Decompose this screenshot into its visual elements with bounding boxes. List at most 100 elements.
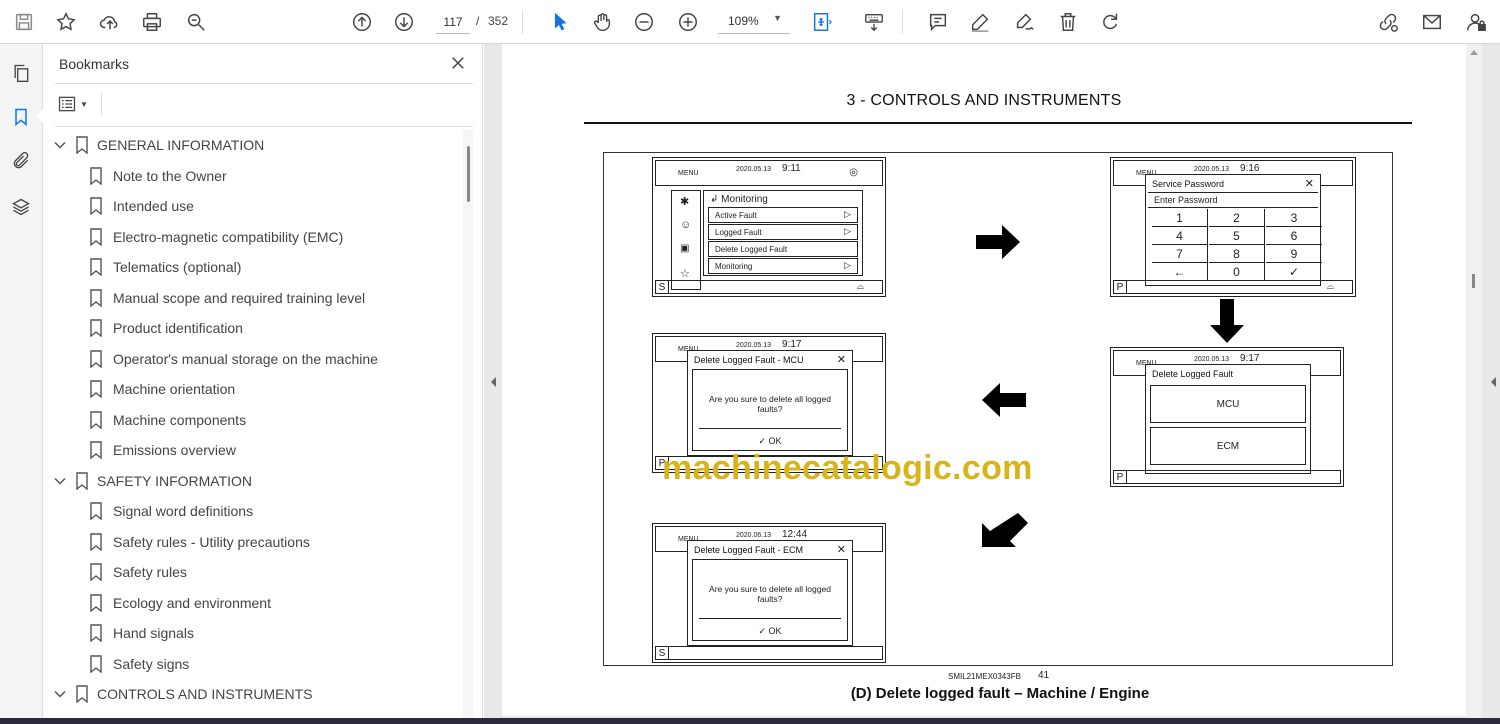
previous-page-icon[interactable] [348, 8, 376, 36]
keypad-key[interactable]: ✓ [1266, 263, 1322, 281]
bookmark-item[interactable]: Electro-magnetic compatibility (EMC) [43, 222, 463, 253]
bookmark-item[interactable]: Machine components [43, 405, 463, 436]
bookmark-item[interactable]: Signal word definitions [43, 496, 463, 527]
delete-trash-icon[interactable] [1054, 8, 1082, 36]
bookmark-section[interactable]: GENERAL INFORMATION [43, 130, 463, 161]
keyboard-scroll-icon[interactable] [860, 8, 888, 36]
bookmark-item[interactable]: Safety rules [43, 557, 463, 588]
bookmark-item[interactable]: Product identification [43, 313, 463, 344]
keypad-key[interactable]: 6 [1266, 227, 1322, 245]
zoom-out-icon[interactable] [630, 8, 658, 36]
bookmark-section[interactable]: CONTROLS AND INSTRUMENTS [43, 679, 463, 710]
page-header: 3 - CONTROLS AND INSTRUMENTS [846, 92, 1122, 109]
menu-row-logged-fault[interactable]: Logged Fault ▷ [708, 224, 858, 240]
ecm-option-button[interactable]: ECM [1150, 427, 1306, 465]
keypad-key[interactable]: 7 [1152, 245, 1208, 263]
bookmark-item[interactable]: Safety signs [43, 649, 463, 680]
keypad-key[interactable]: 9 [1266, 245, 1322, 263]
dialog-body: Are you sure to delete all logged faults?… [692, 369, 848, 451]
menu-row-active-fault[interactable]: Active Fault ▷ [708, 207, 858, 223]
bookmark-label: SAFETY INFORMATION [97, 472, 253, 489]
keypad-key[interactable]: 1 [1152, 209, 1208, 227]
comment-icon[interactable] [924, 8, 952, 36]
keypad-key[interactable]: 8 [1209, 245, 1265, 263]
bookmark-section[interactable]: SAFETY INFORMATION [43, 466, 463, 497]
header-rule [584, 122, 1412, 124]
bookmark-item[interactable]: Manual scope and required training level [43, 283, 463, 314]
bookmark-options-button[interactable]: ▼ [57, 92, 93, 116]
bookmark-item[interactable]: Hand signals [43, 618, 463, 649]
ok-button[interactable]: ✓ OK [693, 436, 847, 447]
cloud-upload-icon[interactable] [96, 8, 124, 36]
screen-date: 2020.05.13 [736, 166, 772, 173]
bookmark-item[interactable]: Telematics (optional) [43, 252, 463, 283]
document-scrollbar[interactable] [1466, 44, 1482, 724]
bookmark-item[interactable]: Emissions overview [43, 435, 463, 466]
mcu-option-button[interactable]: MCU [1150, 385, 1306, 423]
mail-icon[interactable] [1418, 8, 1446, 36]
scroll-up-icon[interactable] [1470, 50, 1478, 55]
keypad-key[interactable]: 4 [1152, 227, 1208, 245]
bookmark-item[interactable]: Safety rules - Utility precautions [43, 527, 463, 558]
ok-label: OK [768, 626, 782, 636]
close-icon[interactable]: ✕ [837, 353, 846, 366]
close-icon[interactable]: ✕ [837, 543, 846, 556]
attachments-icon[interactable] [8, 148, 34, 174]
bookmark-item[interactable]: Note to the Owner [43, 161, 463, 192]
bookmark-icon [90, 227, 102, 246]
bookmarks-scrollbar[interactable] [463, 130, 473, 724]
select-cursor-icon[interactable] [546, 8, 574, 36]
link-share-icon[interactable] [1374, 8, 1402, 36]
bookmark-icon [90, 380, 102, 398]
scrollbar-thumb[interactable] [467, 146, 470, 202]
save-icon[interactable] [10, 8, 38, 36]
hand-tool-icon[interactable] [588, 8, 616, 36]
bookmark-icon [76, 685, 88, 703]
keypad-key[interactable]: 0 [1209, 263, 1265, 281]
zoom-in-icon[interactable] [674, 8, 702, 36]
bookmark-icon [90, 166, 102, 185]
dialog-title: Service Password [1152, 179, 1225, 189]
screen-confirm-ecm: MENU 2020.06.13 12:44 Delete Logged Faul… [652, 523, 886, 663]
zoom-search-icon[interactable] [182, 8, 210, 36]
bookmark-item[interactable]: Operator's manual storage on the machine [43, 344, 463, 375]
bookmark-item[interactable]: Intended use [43, 191, 463, 222]
page-number-input[interactable] [436, 10, 470, 34]
page-thumbnails-icon[interactable] [8, 60, 34, 86]
close-icon[interactable] [447, 52, 469, 74]
scrollbar-thumb[interactable] [1472, 274, 1475, 288]
star-icon[interactable] [52, 8, 80, 36]
delete-fault-dialog: Delete Logged Fault MCU ECM [1145, 364, 1311, 474]
arrow-down-left-icon [982, 513, 1028, 547]
keypad-key[interactable]: ← [1152, 263, 1208, 281]
collapse-right-panel-icon[interactable] [1488, 374, 1498, 390]
bookmark-item[interactable]: Ecology and environment [43, 588, 463, 619]
account-lock-icon[interactable] [1462, 8, 1490, 36]
bookmarks-icon[interactable] [8, 104, 34, 130]
menu-row-monitoring[interactable]: Monitoring ▷ [708, 258, 858, 274]
collapse-left-panel-icon[interactable] [488, 374, 498, 390]
dialog-body: Are you sure to delete all logged faults?… [692, 559, 848, 641]
menu-row-delete-logged-fault[interactable]: Delete Logged Fault [708, 241, 858, 257]
keypad-key[interactable]: 3 [1266, 209, 1322, 227]
next-page-icon[interactable] [390, 8, 418, 36]
screen-footer [1127, 470, 1341, 484]
print-icon[interactable] [138, 8, 166, 36]
chevron-down-icon[interactable] [53, 474, 67, 488]
layers-icon[interactable] [8, 194, 34, 220]
page-fit-icon[interactable] [808, 8, 836, 36]
keypad-key[interactable]: 2 [1209, 209, 1265, 227]
machine-icon: ⌓ [856, 281, 864, 291]
bookmark-icon [76, 136, 88, 154]
confirm-ecm-dialog: Delete Logged Fault - ECM ✕ Are you sure… [687, 540, 853, 646]
chevron-down-icon[interactable] [53, 687, 67, 701]
keypad-key[interactable]: 5 [1209, 227, 1265, 245]
draw-signature-icon[interactable] [1010, 8, 1038, 36]
redo-icon[interactable] [1096, 8, 1124, 36]
zoom-select[interactable]: 109% ▼ [718, 10, 790, 34]
pen-highlight-icon[interactable] [966, 8, 994, 36]
close-icon[interactable]: ✕ [1305, 177, 1314, 190]
bookmark-item[interactable]: Machine orientation [43, 374, 463, 405]
ok-button[interactable]: ✓ OK [693, 626, 847, 637]
chevron-down-icon[interactable] [53, 138, 67, 152]
